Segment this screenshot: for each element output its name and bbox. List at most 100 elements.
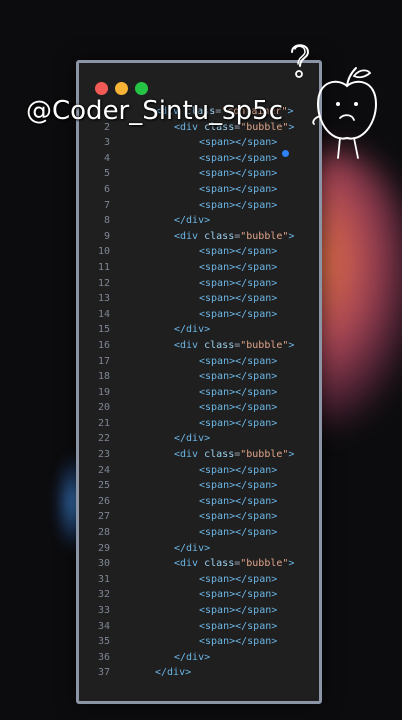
code-token: > (288, 558, 295, 570)
line-number: 25 (97, 480, 110, 492)
line-number: 16 (97, 339, 110, 351)
code-text: <span></span> (199, 182, 277, 198)
apple-doodle-icon (312, 67, 378, 159)
code-line: 5 <span></span> (79, 166, 319, 182)
code-text: <span></span> (199, 509, 277, 525)
code-token: <span></span> (199, 386, 278, 398)
code-line: 3 <span></span> (79, 135, 319, 151)
line-number: 31 (97, 573, 110, 585)
code-text: <span></span> (199, 525, 277, 541)
minimize-button[interactable] (115, 82, 128, 95)
code-line: 15 </div> (79, 322, 319, 338)
line-number: 13 (97, 293, 110, 305)
code-text: <span></span> (199, 198, 277, 214)
code-line: 35 <span></span> (79, 634, 319, 650)
code-token: class (204, 339, 235, 351)
line-number: 15 (97, 324, 110, 336)
code-line: 30 <div class="bubble"> (79, 556, 319, 572)
code-text: </div> (174, 322, 210, 338)
code-line: 11 <span></span> (79, 260, 319, 276)
code-text: <span></span> (199, 400, 277, 416)
code-line: 19 <span></span> (79, 385, 319, 401)
code-token: <span></span> (199, 417, 278, 429)
code-line: 25 <span></span> (79, 478, 319, 494)
code-line: 24 <span></span> (79, 463, 319, 479)
code-token: <span></span> (199, 371, 278, 383)
code-token: <span></span> (199, 573, 278, 585)
line-number: 7 (103, 199, 110, 211)
line-number: 17 (97, 355, 110, 367)
line-number: 5 (103, 168, 110, 180)
code-token: class (204, 558, 235, 570)
code-line: 31 <span></span> (79, 572, 319, 588)
code-text: </div> (174, 431, 210, 447)
code-token: "bubble" (240, 339, 289, 351)
code-line: 14 <span></span> (79, 307, 319, 323)
code-line: 12 <span></span> (79, 276, 319, 292)
code-text: <span></span> (199, 634, 277, 650)
code-text: <span></span> (199, 291, 277, 307)
code-line: 8 </div> (79, 213, 319, 229)
code-text: <span></span> (199, 587, 277, 603)
code-token: <span></span> (199, 261, 278, 273)
code-text: <span></span> (199, 135, 277, 151)
line-number: 14 (97, 308, 110, 320)
code-line: 33 <span></span> (79, 603, 319, 619)
code-line: 20 <span></span> (79, 400, 319, 416)
code-text: <span></span> (199, 478, 277, 494)
code-token: <span></span> (199, 152, 278, 164)
line-number: 3 (103, 137, 110, 149)
code-token: > (288, 230, 295, 242)
code-token: <span></span> (199, 464, 278, 476)
code-token: <span></span> (199, 480, 278, 492)
line-number: 6 (103, 183, 110, 195)
code-line: 10 <span></span> (79, 244, 319, 260)
code-text: </div> (174, 541, 210, 557)
line-number: 22 (97, 433, 110, 445)
code-text: </div> (174, 213, 210, 229)
code-token: <div (174, 230, 205, 242)
code-area[interactable]: 1 <div class="container"> 2 <div class="bub… (79, 104, 319, 681)
code-token: </div> (174, 651, 211, 663)
code-token: <span></span> (199, 308, 278, 320)
code-token: </div> (174, 215, 211, 227)
code-token: </div> (174, 433, 211, 445)
code-text: <span></span> (199, 307, 277, 323)
code-token: <span></span> (199, 199, 278, 211)
maximize-button[interactable] (135, 82, 148, 95)
code-token: <span></span> (199, 277, 278, 289)
code-token: > (288, 449, 295, 461)
line-number: 19 (97, 386, 110, 398)
line-number: 11 (97, 261, 110, 273)
code-text: </div> (155, 665, 191, 681)
code-line: 18 <span></span> (79, 369, 319, 385)
code-line: 27 <span></span> (79, 509, 319, 525)
line-number: 20 (97, 402, 110, 414)
code-token: <div (174, 339, 205, 351)
code-token: <span></span> (199, 293, 278, 305)
code-line: 28 <span></span> (79, 525, 319, 541)
code-token: <span></span> (199, 620, 278, 632)
code-line: 22 </div> (79, 431, 319, 447)
code-token: > (287, 106, 294, 117)
line-number: 32 (97, 589, 110, 601)
code-text: </div> (174, 650, 210, 666)
code-text: <span></span> (199, 416, 277, 432)
code-text: <span></span> (199, 244, 277, 260)
code-line: 36 </div> (79, 650, 319, 666)
code-line: 9 <div class="bubble"> (79, 229, 319, 245)
code-text: <span></span> (199, 603, 277, 619)
code-token: <span></span> (199, 355, 278, 367)
code-token: <span></span> (199, 527, 278, 539)
code-text: <div class="bubble"> (174, 556, 294, 572)
code-text: <div class="bubble"> (174, 229, 294, 245)
code-text: <span></span> (199, 369, 277, 385)
line-number: 8 (103, 215, 110, 227)
line-number: 21 (97, 417, 110, 429)
code-token: <span></span> (199, 605, 278, 616)
code-line: 7 <span></span> (79, 198, 319, 214)
line-number: 34 (97, 620, 110, 632)
watermark-text: @Coder_Sintu_sp5c (26, 96, 284, 126)
code-text: <div class="bubble"> (174, 338, 294, 354)
close-button[interactable] (95, 82, 108, 95)
